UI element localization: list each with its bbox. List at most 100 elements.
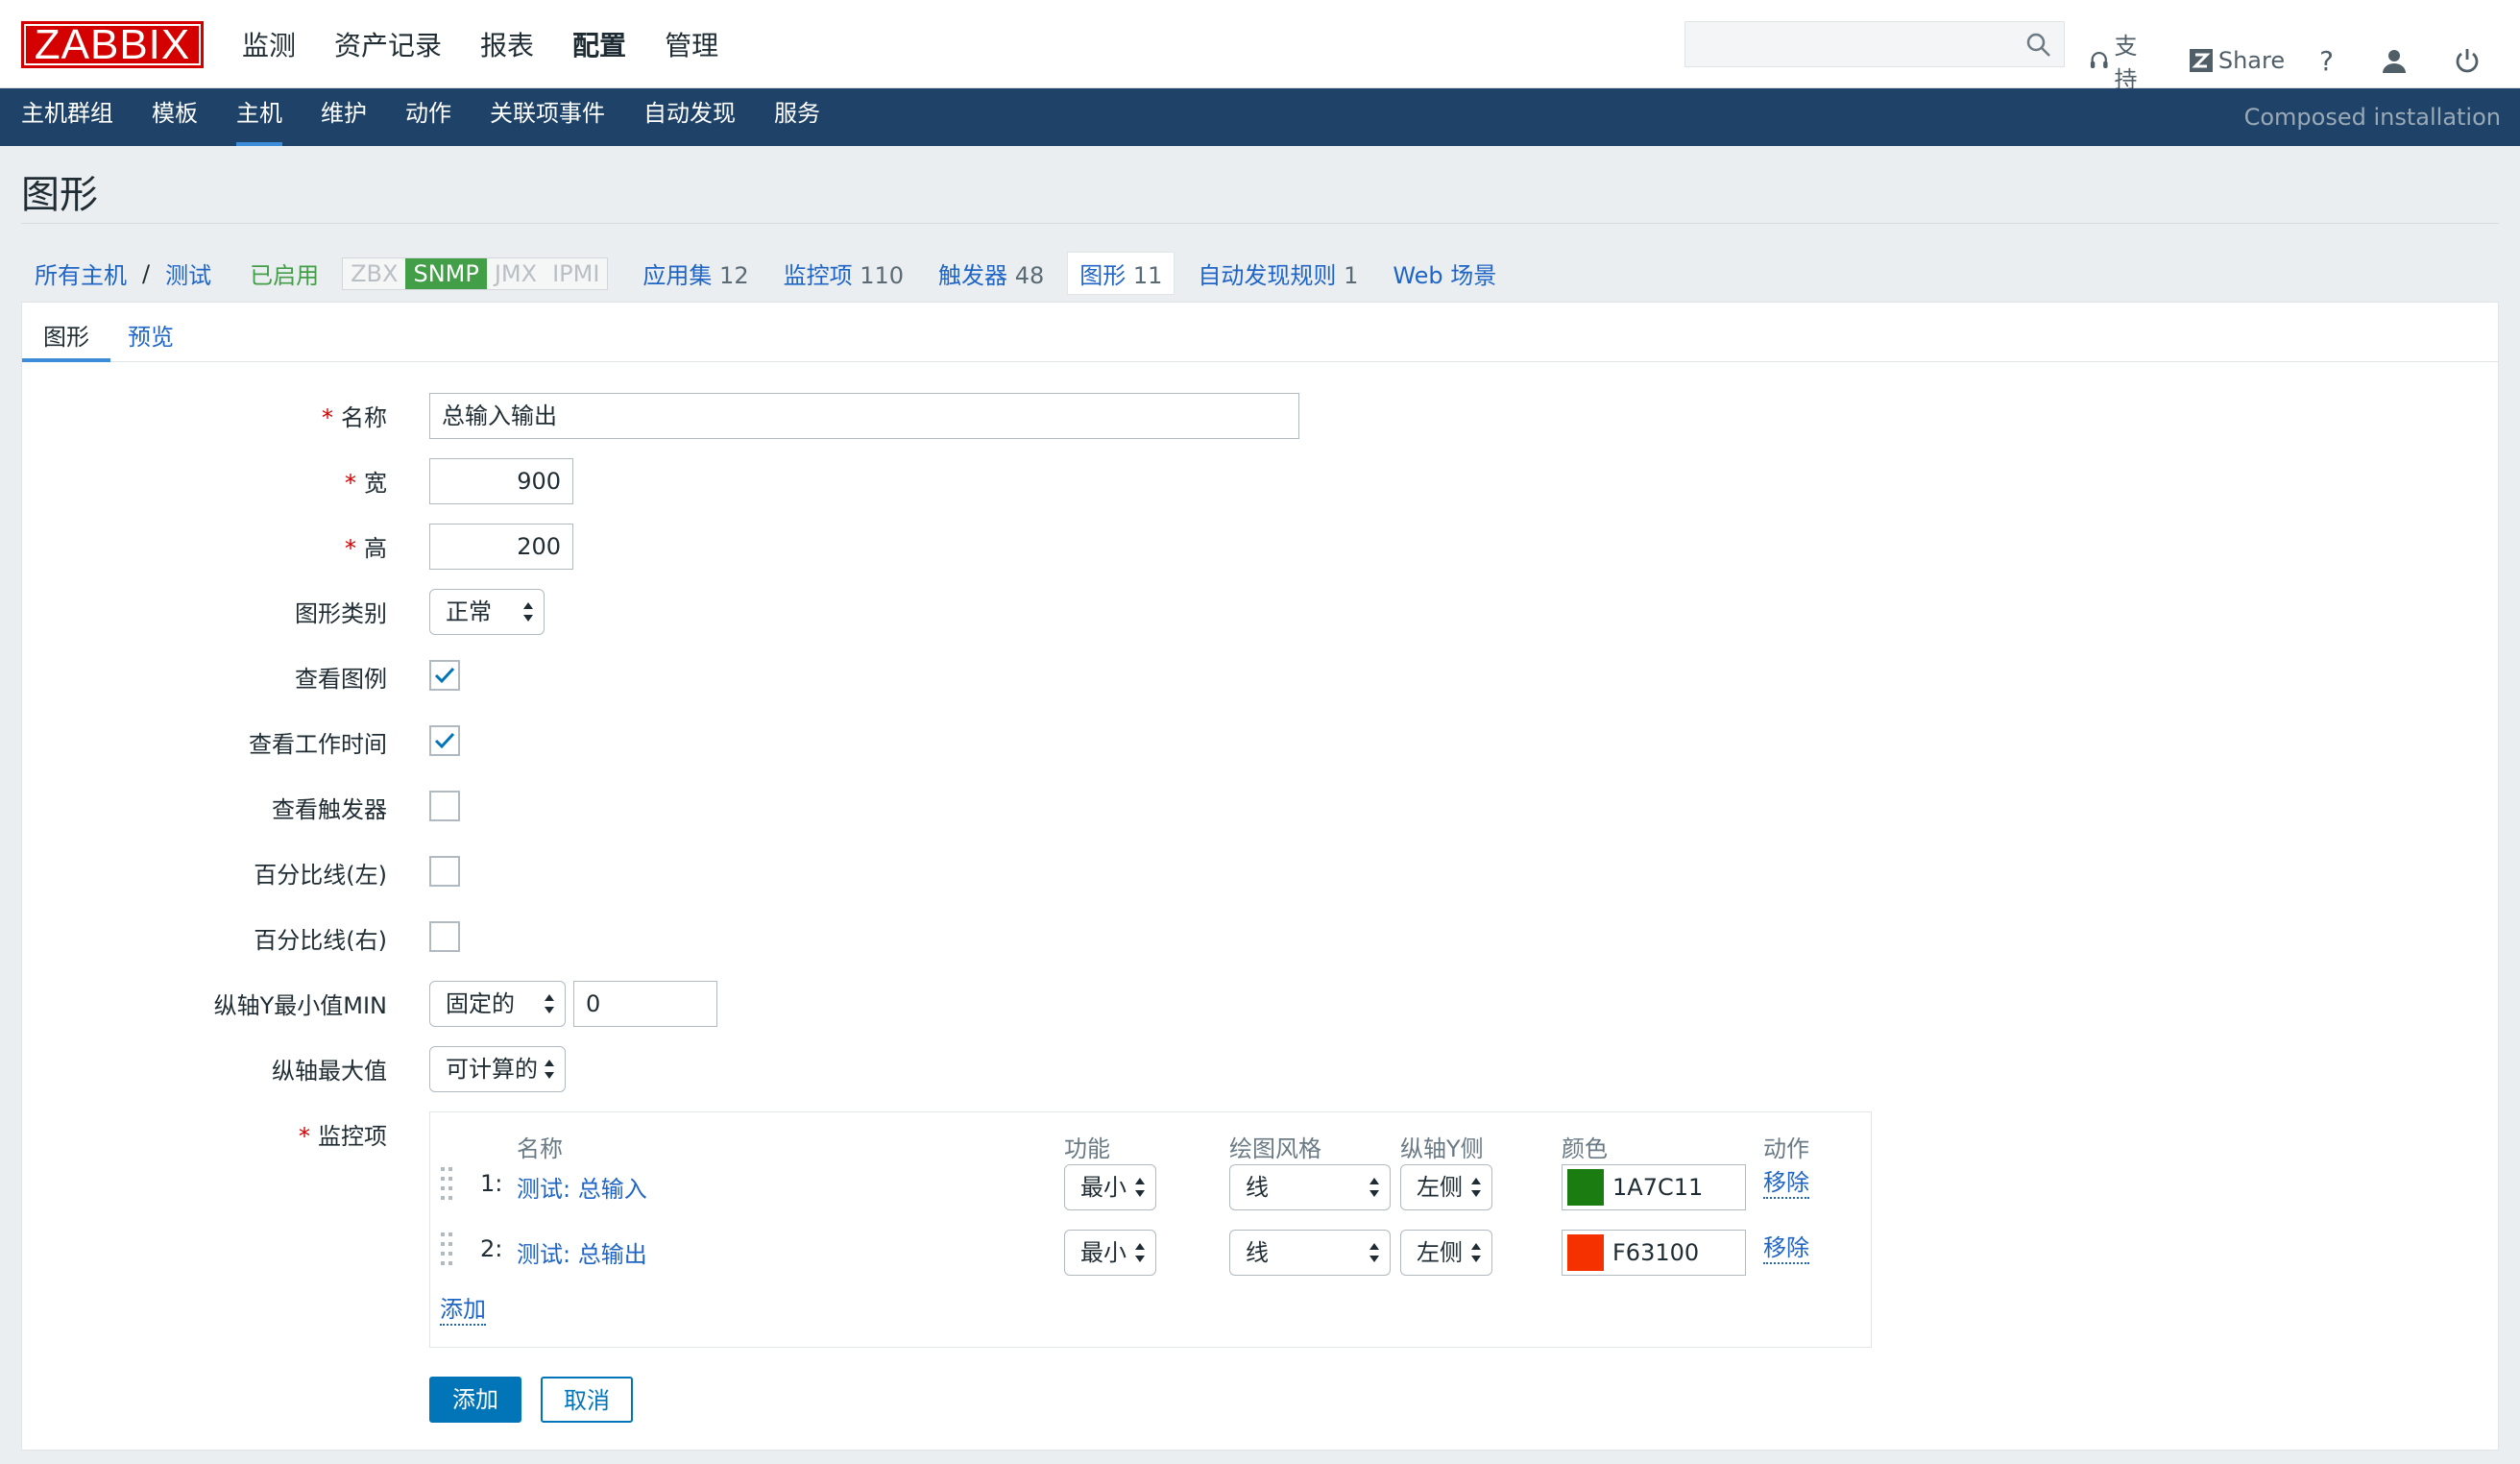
availability-tags: ZBX SNMP JMX IPMI — [342, 256, 609, 290]
main-nav-administration[interactable]: 管理 — [665, 25, 718, 63]
percentile-left-label: 百分比线(左) — [254, 862, 387, 889]
color-swatch[interactable] — [1567, 1169, 1604, 1206]
show-legend-label: 查看图例 — [295, 666, 387, 693]
title-divider — [21, 223, 2499, 224]
tag-jmx: JMX — [486, 257, 545, 289]
sub-nav-discovery[interactable]: 自动发现 — [643, 100, 736, 146]
color-swatch[interactable] — [1567, 1234, 1604, 1271]
percentile-right-checkbox[interactable] — [429, 921, 460, 952]
sub-nav-hosts[interactable]: 主机 — [236, 100, 282, 146]
row-number: 1: — [480, 1170, 503, 1197]
col-header-action: 动作 — [1763, 1135, 1809, 1162]
sub-nav-host-groups[interactable]: 主机群组 — [21, 100, 113, 146]
remove-link[interactable]: 移除 — [1763, 1233, 1809, 1264]
item-name-link[interactable]: 测试: 总输入 — [517, 1170, 647, 1204]
show-triggers-checkbox[interactable] — [429, 791, 460, 821]
select-arrows-icon — [523, 602, 533, 622]
select-arrows-icon — [1135, 1178, 1145, 1197]
breadcrumb-host[interactable]: 测试 — [165, 256, 211, 290]
select-arrows-icon — [545, 1060, 554, 1079]
graph-type-value: 正常 — [446, 598, 492, 625]
ymin-type-select[interactable]: 固定的 — [429, 981, 566, 1027]
tab-preview[interactable]: 预览 — [128, 318, 174, 352]
user-icon — [2383, 50, 2406, 73]
tag-zbx: ZBX — [343, 257, 406, 289]
form-tabs: 图形 预览 — [22, 303, 2498, 362]
function-select[interactable]: 最小 — [1064, 1230, 1156, 1276]
add-button[interactable]: 添加 — [429, 1377, 521, 1423]
main-nav-reports[interactable]: 报表 — [480, 25, 534, 63]
main-nav-inventory[interactable]: 资产记录 — [334, 25, 442, 63]
user-profile-link[interactable] — [2382, 48, 2412, 73]
select-arrows-icon — [1369, 1243, 1379, 1262]
tag-ipmi: IPMI — [545, 257, 608, 289]
width-input[interactable]: 900 — [429, 458, 573, 504]
sub-nav-actions[interactable]: 动作 — [405, 100, 451, 146]
ymax-label: 纵轴最大值 — [272, 1058, 387, 1085]
y-axis-side-select[interactable]: 左侧 — [1400, 1230, 1492, 1276]
page-title: 图形 — [21, 173, 98, 217]
ymin-type-value: 固定的 — [446, 990, 515, 1017]
share-link[interactable]: Share — [2189, 47, 2286, 74]
search-input[interactable] — [1684, 21, 2065, 67]
sub-nav-maintenance[interactable]: 维护 — [321, 100, 367, 146]
support-label: 支持 — [2114, 33, 2138, 93]
link-triggers[interactable]: 触发器 48 — [938, 256, 1044, 290]
link-applications[interactable]: 应用集 12 — [642, 256, 748, 290]
main-nav-monitoring[interactable]: 监测 — [242, 25, 296, 63]
y-axis-side-value: 左侧 — [1417, 1174, 1463, 1201]
main-nav-configuration[interactable]: 配置 — [572, 25, 626, 63]
link-web-scenarios[interactable]: Web 场景 — [1393, 256, 1496, 290]
draw-style-select[interactable]: 线 — [1229, 1230, 1391, 1276]
draw-style-select[interactable]: 线 — [1229, 1164, 1391, 1210]
item-name-link[interactable]: 测试: 总输出 — [517, 1235, 647, 1269]
cancel-button[interactable]: 取消 — [541, 1377, 633, 1423]
name-label: * 名称 — [322, 404, 387, 431]
help-icon: ? — [2319, 44, 2334, 77]
y-axis-side-value: 左侧 — [1417, 1239, 1463, 1266]
remove-link[interactable]: 移除 — [1763, 1168, 1809, 1199]
breadcrumb: 所有主机 / 测试 已启用 ZBX SNMP JMX IPMI 应用集 12 监… — [35, 252, 1496, 295]
support-link[interactable]: 支持 — [2090, 27, 2155, 94]
height-input[interactable]: 200 — [429, 524, 573, 570]
share-label: Share — [2217, 47, 2286, 74]
search-icon[interactable] — [2025, 32, 2052, 59]
link-items[interactable]: 监控项 110 — [784, 256, 904, 290]
sub-nav-event-correlation[interactable]: 关联项事件 — [490, 100, 605, 146]
ymax-type-select[interactable]: 可计算的 — [429, 1046, 566, 1092]
col-header-color: 颜色 — [1562, 1135, 1608, 1162]
zabbix-logo[interactable]: ZABBIX — [21, 21, 204, 68]
col-header-y-axis-side: 纵轴Y侧 — [1400, 1135, 1484, 1162]
col-header-function: 功能 — [1064, 1135, 1110, 1162]
select-arrows-icon — [545, 994, 554, 1013]
percentile-left-checkbox[interactable] — [429, 856, 460, 887]
breadcrumb-separator: / — [142, 259, 151, 287]
sub-nav-templates[interactable]: 模板 — [152, 100, 198, 146]
breadcrumb-all-hosts[interactable]: 所有主机 — [35, 256, 127, 290]
ymin-value-input[interactable]: 0 — [573, 981, 717, 1027]
sub-nav: 主机群组 模板 主机 维护 动作 关联项事件 自动发现 服务 Composed … — [0, 88, 2520, 146]
logout-link[interactable] — [2455, 48, 2485, 73]
sub-nav-services[interactable]: 服务 — [774, 100, 820, 146]
function-value: 最小 — [1080, 1174, 1127, 1201]
function-select[interactable]: 最小 — [1064, 1164, 1156, 1210]
drag-handle-icon[interactable] — [440, 1232, 453, 1266]
drag-handle-icon[interactable] — [440, 1166, 453, 1201]
tab-graph[interactable]: 图形 — [22, 318, 110, 362]
add-item-link[interactable]: 添加 — [440, 1295, 486, 1326]
graph-type-select[interactable]: 正常 — [429, 589, 545, 635]
link-discovery-rules[interactable]: 自动发现规则 1 — [1198, 256, 1358, 290]
name-input[interactable]: 总输入输出 — [429, 393, 1299, 439]
items-label: * 监控项 — [299, 1123, 387, 1150]
items-table: 名称 功能 绘图风格 纵轴Y侧 颜色 动作 1: 测试: 总输入 最小 线 左侧… — [429, 1111, 1872, 1348]
width-label: * 宽 — [345, 470, 387, 497]
link-graphs[interactable]: 图形 11 — [1067, 252, 1175, 295]
show-legend-checkbox[interactable] — [429, 660, 460, 691]
y-axis-side-select[interactable]: 左侧 — [1400, 1164, 1492, 1210]
required-mark: * — [299, 1123, 310, 1150]
help-link[interactable]: ? — [2319, 45, 2334, 77]
top-bar: ZABBIX 监测 资产记录 报表 配置 管理 支持 Share ? — [0, 0, 2520, 93]
share-z-icon — [2189, 49, 2213, 72]
show-worktime-checkbox[interactable] — [429, 725, 460, 756]
host-status-enabled[interactable]: 已启用 — [250, 256, 319, 290]
